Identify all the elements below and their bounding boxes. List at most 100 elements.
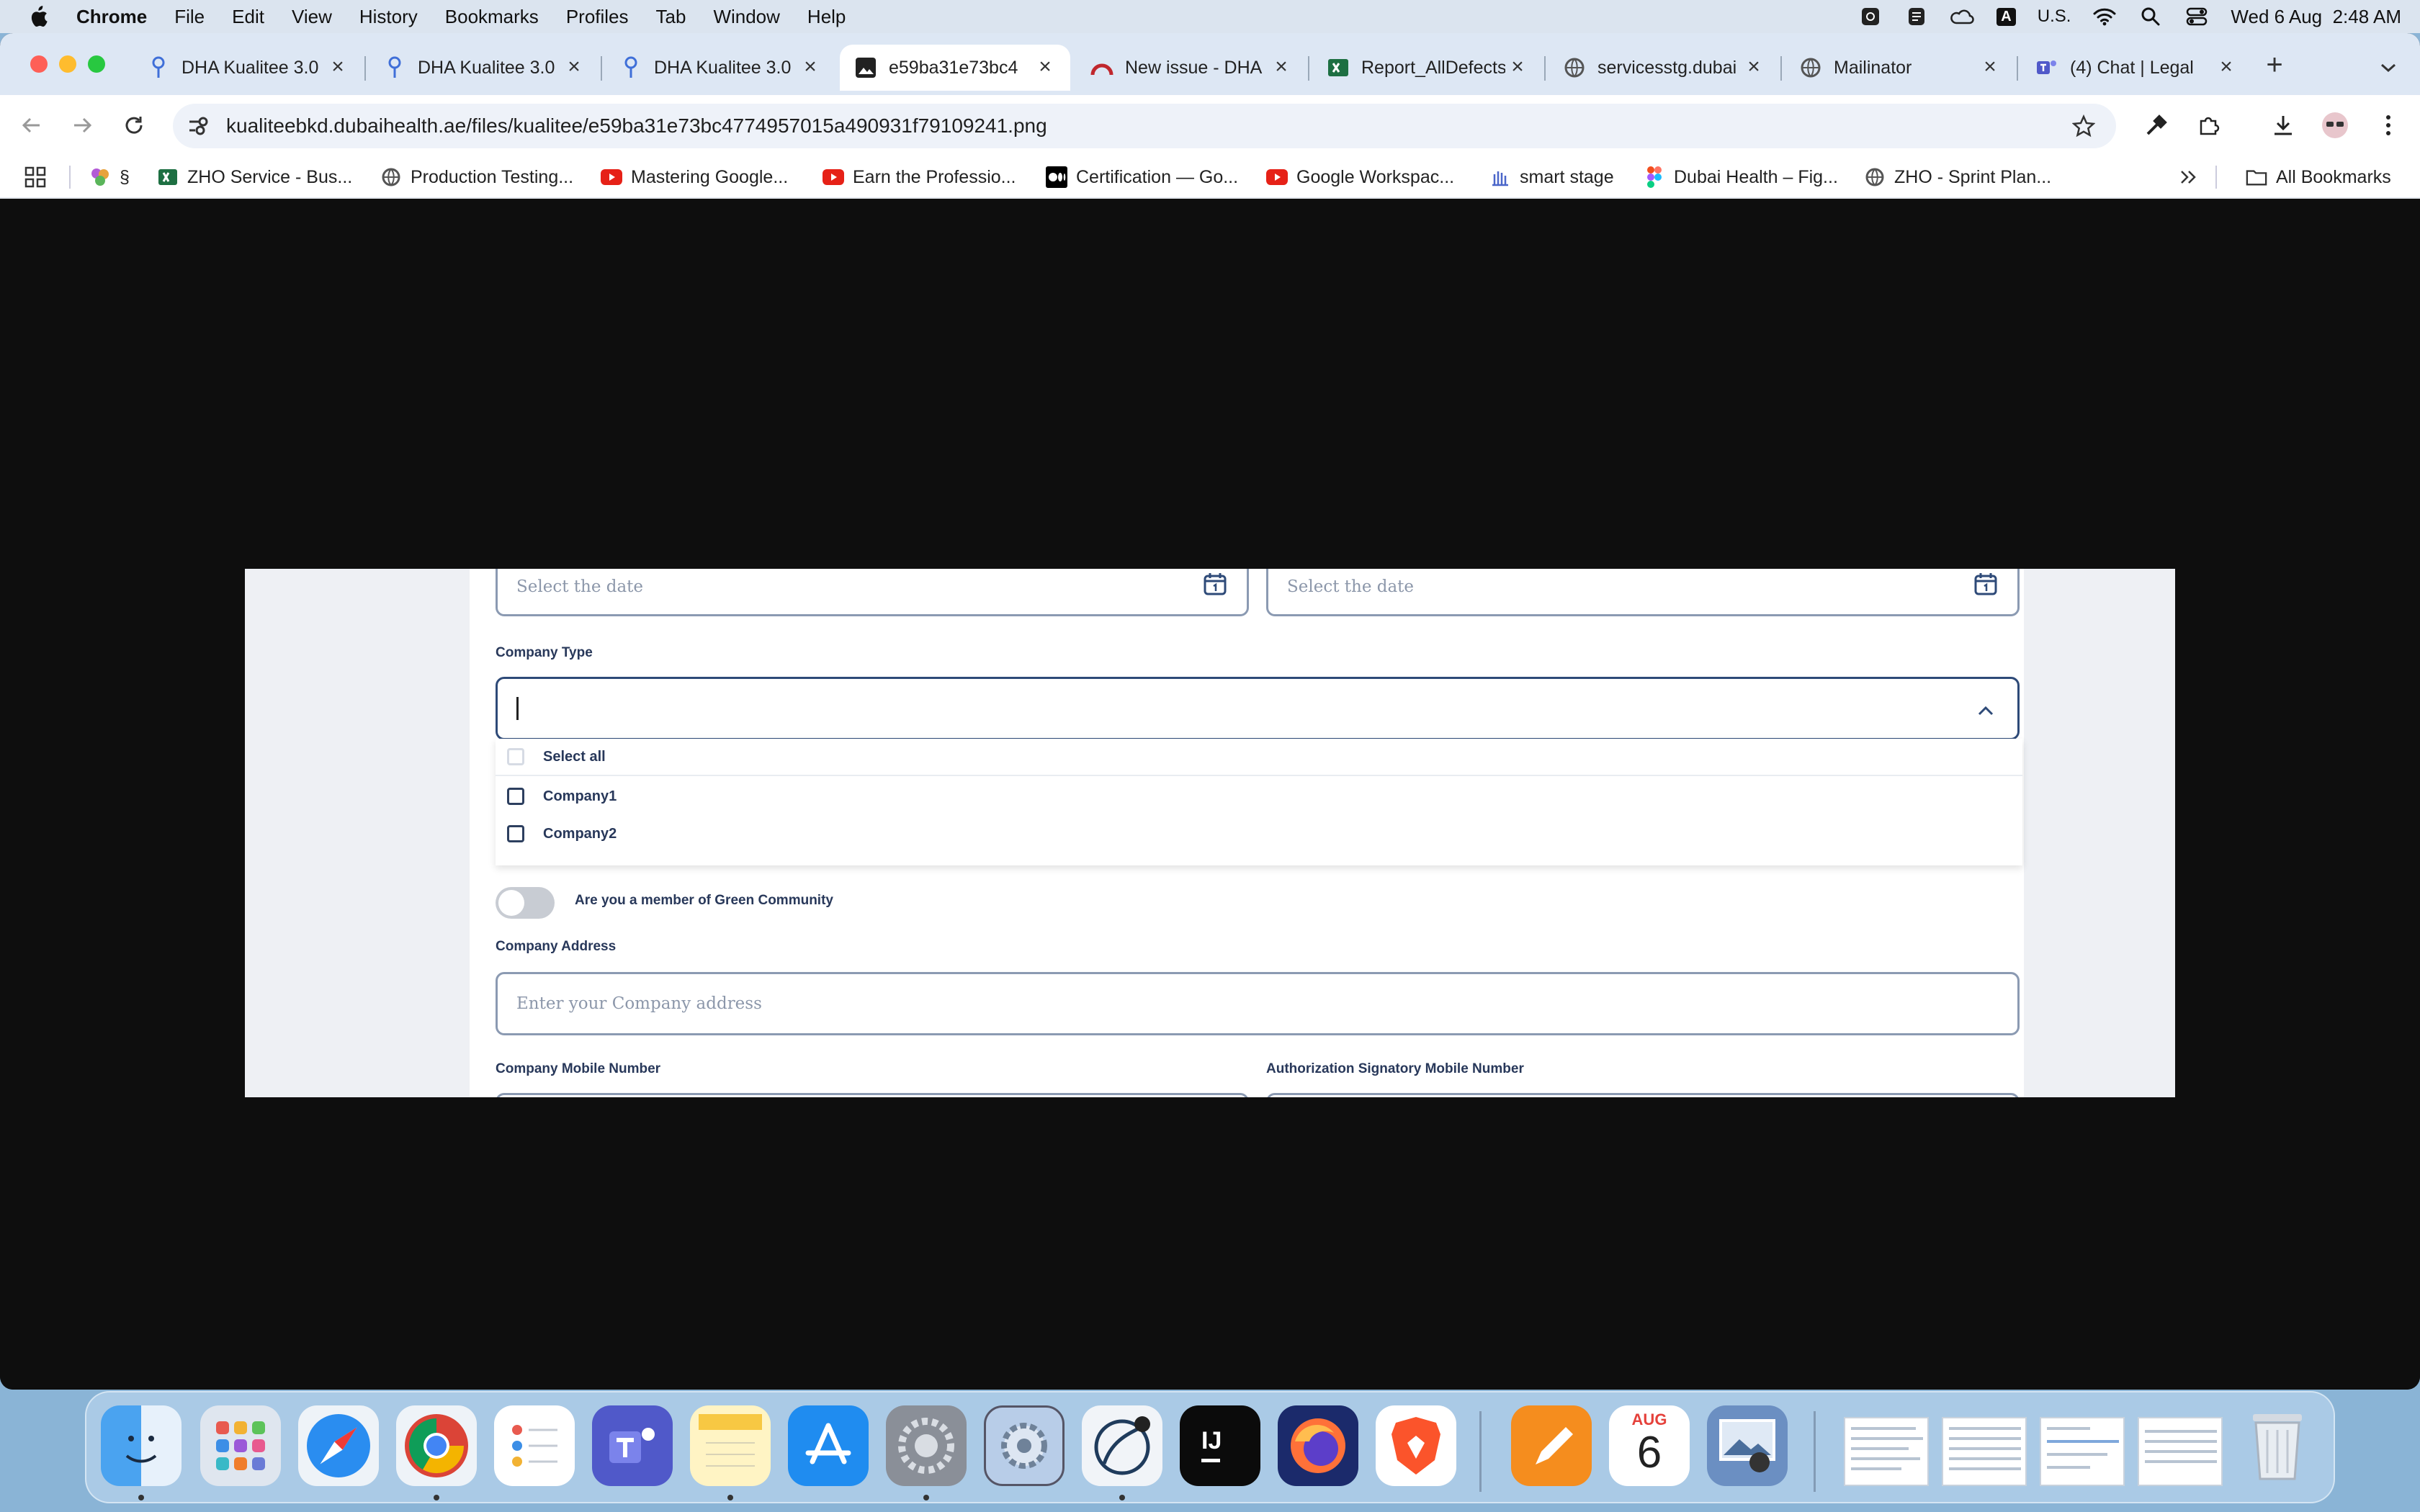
bookmark-dubai-health-figma[interactable]: Dubai Health – Fig... xyxy=(1644,163,1838,192)
spotlight-search-icon[interactable] xyxy=(2138,6,2163,27)
control-center-icon[interactable] xyxy=(2184,6,2209,27)
more-bookmarks-chevron-icon[interactable] xyxy=(2179,163,2198,192)
reload-icon[interactable] xyxy=(118,109,150,141)
system-settings-icon[interactable] xyxy=(886,1405,967,1486)
window-thumbnail-3[interactable] xyxy=(2040,1417,2125,1486)
window-thumbnail-1[interactable] xyxy=(1844,1417,1929,1486)
option-company2[interactable]: Company2 xyxy=(496,815,2022,852)
menu-bar-clock[interactable]: Wed 6 Aug 2:48 AM xyxy=(2231,6,2401,28)
menu-help[interactable]: Help xyxy=(807,6,846,28)
menu-view[interactable]: View xyxy=(292,6,332,28)
trash-icon[interactable] xyxy=(2237,1405,2318,1486)
launchpad-icon[interactable] xyxy=(200,1405,281,1486)
tab-servicesstg[interactable]: servicesstg.dubai × xyxy=(1549,45,1779,91)
zoom-window-icon[interactable] xyxy=(88,55,105,73)
kebab-menu-icon[interactable] xyxy=(2372,109,2404,141)
bookmark-smart-stage[interactable]: smart stage xyxy=(1489,163,1614,192)
auth-signatory-mobile-input[interactable] xyxy=(1266,1093,2020,1097)
menu-history[interactable]: History xyxy=(359,6,418,28)
reminders-icon[interactable] xyxy=(494,1405,575,1486)
tab-mailinator[interactable]: Mailinator × xyxy=(1785,45,2015,91)
window-thumbnail-2[interactable] xyxy=(1942,1417,2027,1486)
menu-app-name[interactable]: Chrome xyxy=(76,6,147,28)
tab-close-icon[interactable]: × xyxy=(1742,55,1766,79)
tab-search-chevron-icon[interactable] xyxy=(2374,53,2403,82)
download-icon[interactable] xyxy=(2267,109,2299,141)
option-select-all[interactable]: Select all xyxy=(496,739,2022,776)
safari-icon[interactable] xyxy=(298,1405,379,1486)
tab-close-icon[interactable]: × xyxy=(562,55,586,79)
intellij-idea-icon[interactable]: IJ xyxy=(1180,1405,1260,1486)
bookmark-section[interactable]: § xyxy=(89,163,130,192)
menu-profiles[interactable]: Profiles xyxy=(566,6,629,28)
tab-dha-kualitee-2[interactable]: DHA Kualitee 3.0 × xyxy=(369,45,599,91)
vpn-client-icon[interactable] xyxy=(1082,1405,1162,1486)
bookmark-mastering-google[interactable]: Mastering Google... xyxy=(601,163,788,192)
tab-new-issue[interactable]: New issue - DHA × xyxy=(1076,45,1307,91)
preview-icon[interactable] xyxy=(1707,1405,1788,1486)
menu-bookmarks[interactable]: Bookmarks xyxy=(445,6,539,28)
apps-grid-icon[interactable] xyxy=(24,163,46,192)
tab-close-icon[interactable]: × xyxy=(1505,55,1530,79)
chevron-up-icon[interactable] xyxy=(1973,698,1999,724)
new-tab-icon[interactable]: + xyxy=(2260,49,2289,81)
extensions-puzzle-icon[interactable] xyxy=(2192,109,2224,141)
bookmark-certification[interactable]: Certification — Go... xyxy=(1046,163,1238,192)
chrome-icon[interactable] xyxy=(396,1405,477,1486)
pages-icon[interactable] xyxy=(1511,1405,1592,1486)
tab-close-icon[interactable]: × xyxy=(1269,55,1294,79)
window-thumbnail-4[interactable] xyxy=(2138,1417,2223,1486)
bookmark-zho-service[interactable]: ZHO Service - Bus... xyxy=(157,163,352,192)
screen-capture-icon[interactable] xyxy=(1858,6,1883,27)
brave-browser-icon[interactable] xyxy=(1376,1405,1456,1486)
creative-cloud-icon[interactable] xyxy=(1950,6,1975,27)
bookmark-production-testing[interactable]: Production Testing... xyxy=(380,163,573,192)
checkbox[interactable] xyxy=(507,748,524,765)
company-type-select[interactable] xyxy=(496,677,2020,740)
grammar-tool-icon[interactable] xyxy=(1904,6,1929,27)
firefox-icon[interactable] xyxy=(1278,1405,1358,1486)
menu-edit[interactable]: Edit xyxy=(232,6,264,28)
site-settings-icon[interactable] xyxy=(184,112,213,140)
option-company1[interactable]: Company1 xyxy=(496,778,2022,815)
settings-gear-app-icon[interactable] xyxy=(984,1405,1065,1486)
company-address-input[interactable]: Enter your Company address xyxy=(496,972,2020,1035)
bookmark-zho-sprint[interactable]: ZHO - Sprint Plan... xyxy=(1864,163,2051,192)
calendar-icon[interactable] xyxy=(1201,570,1229,598)
calendar-icon[interactable] xyxy=(1971,570,2000,598)
start-date-field[interactable]: Select the date xyxy=(496,569,1249,616)
bookmark-star-icon[interactable] xyxy=(2070,112,2097,140)
tab-close-icon[interactable]: × xyxy=(1033,55,1057,79)
menu-window[interactable]: Window xyxy=(713,6,779,28)
url-text[interactable]: kualiteebkd.dubaihealth.ae/files/kualite… xyxy=(226,114,1047,138)
end-date-field[interactable]: Select the date xyxy=(1266,569,2020,616)
tab-image-active[interactable]: e59ba31e73bc4 × xyxy=(840,45,1070,91)
bookmark-earn-professional[interactable]: Earn the Professio... xyxy=(823,163,1016,192)
tab-teams-chat[interactable]: (4) Chat | Legal × xyxy=(2021,45,2251,91)
finder-icon[interactable] xyxy=(101,1405,182,1486)
tab-dha-kualitee-3[interactable]: DHA Kualitee 3.0 × xyxy=(605,45,835,91)
tab-close-icon[interactable]: × xyxy=(326,55,350,79)
tab-report-all-defects[interactable]: Report_AllDefects × xyxy=(1312,45,1543,91)
green-community-toggle[interactable] xyxy=(496,887,555,919)
app-store-icon[interactable] xyxy=(788,1405,869,1486)
company-mobile-input[interactable] xyxy=(496,1093,1249,1097)
minimize-window-icon[interactable] xyxy=(59,55,76,73)
notes-icon[interactable] xyxy=(690,1405,771,1486)
apple-logo-icon[interactable] xyxy=(27,4,49,29)
checkbox[interactable] xyxy=(507,825,524,842)
close-window-icon[interactable] xyxy=(30,55,48,73)
back-arrow-icon[interactable] xyxy=(16,109,48,141)
tab-dha-kualitee-1[interactable]: DHA Kualitee 3.0 × xyxy=(133,45,363,91)
all-bookmarks-folder[interactable]: All Bookmarks xyxy=(2246,163,2391,192)
checkbox[interactable] xyxy=(507,788,524,805)
address-bar[interactable]: kualiteebkd.dubaihealth.ae/files/kualite… xyxy=(173,104,2116,148)
bookmark-google-workspace[interactable]: Google Workspac... xyxy=(1266,163,1454,192)
input-source-badge[interactable]: A xyxy=(1996,7,2016,26)
tab-close-icon[interactable]: × xyxy=(1978,55,2002,79)
profile-avatar[interactable] xyxy=(2319,109,2351,141)
forward-arrow-icon[interactable] xyxy=(66,109,98,141)
tab-close-icon[interactable]: × xyxy=(2214,55,2238,79)
input-source-label[interactable]: U.S. xyxy=(2038,6,2071,27)
calendar-icon[interactable]: AUG 6 xyxy=(1609,1405,1690,1486)
